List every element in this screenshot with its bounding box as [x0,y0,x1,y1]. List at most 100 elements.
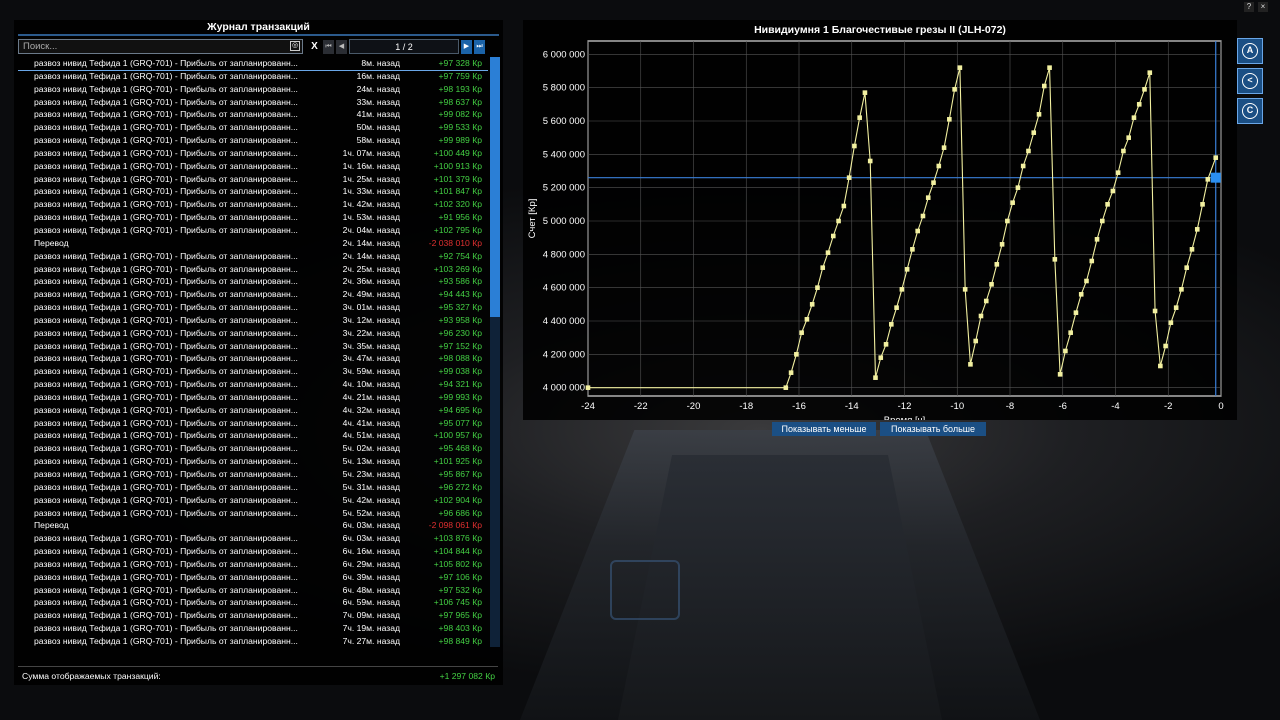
table-row[interactable]: развоз нивид Тефида 1 (GRQ-701) - Прибыл… [18,263,488,276]
clear-search-button[interactable]: X [309,40,320,54]
data-point [867,158,873,164]
transaction-description: развоз нивид Тефида 1 (GRQ-701) - Прибыл… [34,417,298,428]
table-row[interactable]: Перевод 2ч. 14м. назад -2 038 010 Кр [18,237,488,250]
transaction-amount: +94 443 Кр [438,289,482,300]
data-point [830,233,836,239]
table-row[interactable]: развоз нивид Тефида 1 (GRQ-701) - Прибыл… [18,340,488,353]
table-row[interactable]: развоз нивид Тефида 1 (GRQ-701) - Прибыл… [18,545,488,558]
cursor-handle[interactable] [1210,172,1221,183]
data-point [947,117,952,122]
table-row[interactable]: развоз нивид Тефида 1 (GRQ-701) - Прибыл… [18,314,488,327]
table-row[interactable]: развоз нивид Тефида 1 (GRQ-701) - Прибыл… [18,455,488,468]
transaction-time: 16м. назад [356,70,400,81]
table-row[interactable]: развоз нивид Тефида 1 (GRQ-701) - Прибыл… [18,584,488,597]
search-input[interactable] [18,39,303,54]
transaction-time: 8м. назад [361,58,400,68]
table-row[interactable]: развоз нивид Тефида 1 (GRQ-701) - Прибыл… [18,532,488,545]
list-scrollbar[interactable] [490,57,500,647]
data-point [799,330,804,335]
transaction-time: 41м. назад [356,109,400,120]
transaction-description: развоз нивид Тефида 1 (GRQ-701) - Прибыл… [34,443,298,454]
data-point [804,317,810,322]
transaction-amount: +97 328 Кр [438,58,482,68]
table-row[interactable]: Перевод 6ч. 03м. назад -2 098 061 Кр [18,519,488,532]
data-point [820,265,826,270]
table-row[interactable]: развоз нивид Тефида 1 (GRQ-701) - Прибыл… [18,417,488,430]
table-row[interactable]: развоз нивид Тефида 1 (GRQ-701) - Прибыл… [18,301,488,314]
table-row[interactable]: развоз нивид Тефида 1 (GRQ-701) - Прибыл… [18,134,488,147]
table-row[interactable]: развоз нивид Тефида 1 (GRQ-701) - Прибыл… [18,96,488,109]
table-row[interactable]: развоз нивид Тефида 1 (GRQ-701) - Прибыл… [18,275,488,288]
search-options-icon[interactable]: ◎ [290,41,300,51]
table-row[interactable]: развоз нивид Тефида 1 (GRQ-701) - Прибыл… [18,160,488,173]
data-point [978,313,984,319]
table-row[interactable]: развоз нивид Тефида 1 (GRQ-701) - Прибыл… [18,211,488,224]
table-row[interactable]: развоз нивид Тефида 1 (GRQ-701) - Прибыл… [18,121,488,134]
table-row[interactable]: развоз нивид Тефида 1 (GRQ-701) - Прибыл… [18,468,488,481]
help-button[interactable]: ? [1244,2,1254,12]
data-point [957,65,963,70]
prev-page-button[interactable]: ◀ [336,40,347,54]
transaction-amount: +95 077 Кр [438,417,482,428]
table-row[interactable]: развоз нивид Тефида 1 (GRQ-701) - Прибыл… [18,481,488,494]
transaction-amount: +106 745 Кр [433,597,482,608]
table-row[interactable]: развоз нивид Тефида 1 (GRQ-701) - Прибыл… [18,596,488,609]
data-point [1084,278,1089,284]
share-icon: < [1242,73,1258,89]
data-point [1131,115,1137,120]
transaction-description: развоз нивид Тефида 1 (GRQ-701) - Прибыл… [34,494,298,505]
table-row[interactable]: развоз нивид Тефида 1 (GRQ-701) - Прибыл… [18,558,488,571]
show-more-button[interactable]: Показывать больше [880,422,986,436]
table-row[interactable]: развоз нивид Тефида 1 (GRQ-701) - Прибыл… [18,378,488,391]
table-row[interactable]: развоз нивид Тефида 1 (GRQ-701) - Прибыл… [18,622,488,635]
table-row[interactable]: развоз нивид Тефида 1 (GRQ-701) - Прибыл… [18,352,488,365]
table-row[interactable]: развоз нивид Тефида 1 (GRQ-701) - Прибыл… [18,391,488,404]
last-page-button[interactable]: ⏭ [474,40,485,54]
table-row[interactable]: развоз нивид Тефида 1 (GRQ-701) - Прибыл… [18,288,488,301]
autopilot-button[interactable]: A [1237,38,1263,64]
transaction-amount: +97 106 Кр [438,571,482,582]
data-point [873,375,878,380]
first-page-button[interactable]: ⏮ [323,40,334,54]
next-page-button[interactable]: ▶ [461,40,472,54]
transaction-time: 4ч. 32м. назад [342,404,400,415]
close-button[interactable]: × [1258,2,1268,12]
table-row[interactable]: развоз нивид Тефида 1 (GRQ-701) - Прибыл… [18,224,488,237]
credits-button[interactable]: C [1237,98,1263,124]
table-row[interactable]: развоз нивид Тефида 1 (GRQ-701) - Прибыл… [18,147,488,160]
transaction-time: 2ч. 49м. назад [342,289,400,300]
table-row[interactable]: развоз нивид Тефида 1 (GRQ-701) - Прибыл… [18,198,488,211]
y-axis-label: Счет [Кр] [527,199,538,239]
transaction-description: развоз нивид Тефида 1 (GRQ-701) - Прибыл… [34,404,298,415]
y-tick-label: 5 200 000 [543,183,585,194]
table-row[interactable]: развоз нивид Тефида 1 (GRQ-701) - Прибыл… [18,404,488,417]
table-row[interactable]: развоз нивид Тефида 1 (GRQ-701) - Прибыл… [18,70,488,83]
data-point [1142,87,1147,92]
table-row[interactable]: развоз нивид Тефида 1 (GRQ-701) - Прибыл… [18,609,488,622]
table-row[interactable]: развоз нивид Тефида 1 (GRQ-701) - Прибыл… [18,507,488,520]
table-row[interactable]: развоз нивид Тефида 1 (GRQ-701) - Прибыл… [18,365,488,378]
x-tick-label: -2 [1164,401,1172,412]
data-point [989,282,994,287]
table-row[interactable]: развоз нивид Тефида 1 (GRQ-701) - Прибыл… [18,571,488,584]
scrollbar-thumb[interactable] [490,57,500,317]
table-row[interactable]: развоз нивид Тефида 1 (GRQ-701) - Прибыл… [18,442,488,455]
table-row[interactable]: развоз нивид Тефида 1 (GRQ-701) - Прибыл… [18,173,488,186]
table-row[interactable]: развоз нивид Тефида 1 (GRQ-701) - Прибыл… [18,250,488,263]
data-point [788,370,794,375]
table-row[interactable]: развоз нивид Тефида 1 (GRQ-701) - Прибыл… [18,494,488,507]
show-less-button[interactable]: Показывать меньше [772,422,876,436]
table-row[interactable]: развоз нивид Тефида 1 (GRQ-701) - Прибыл… [18,185,488,198]
data-point [920,213,926,219]
share-button[interactable]: < [1237,68,1263,94]
table-row[interactable]: развоз нивид Тефида 1 (GRQ-701) - Прибыл… [18,327,488,340]
transaction-description: развоз нивид Тефида 1 (GRQ-701) - Прибыл… [34,623,298,634]
table-row[interactable]: развоз нивид Тефида 1 (GRQ-701) - Прибыл… [18,429,488,442]
table-row[interactable]: развоз нивид Тефида 1 (GRQ-701) - Прибыл… [18,635,488,647]
balance-chart[interactable]: -24 -22 -20 -18 -16 -14 -12 -10 -8 -6 -4 -2 04 000 0… [523,20,1237,420]
table-row[interactable]: развоз нивид Тефида 1 (GRQ-701) - Прибыл… [18,108,488,121]
transaction-time: 1ч. 16м. назад [342,160,400,171]
table-row[interactable]: развоз нивид Тефида 1 (GRQ-701) - Прибыл… [18,57,488,71]
table-row[interactable]: развоз нивид Тефида 1 (GRQ-701) - Прибыл… [18,83,488,96]
data-point [841,203,847,209]
